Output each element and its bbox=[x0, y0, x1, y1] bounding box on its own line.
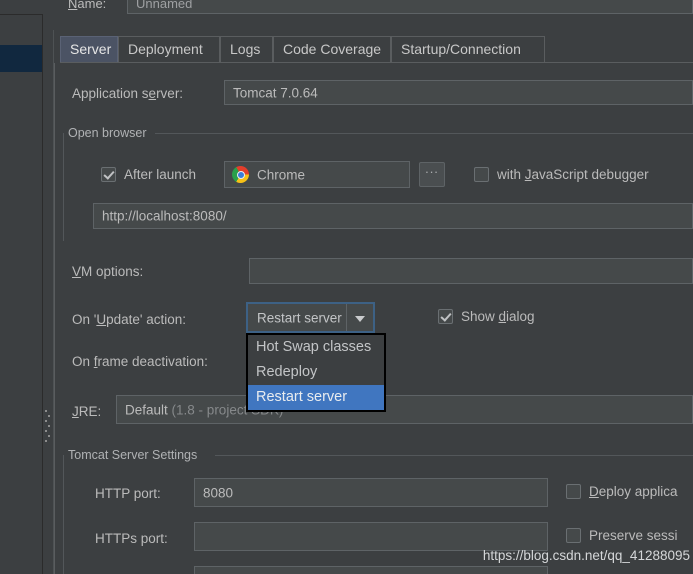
application-server-combo[interactable]: Tomcat 7.0.64 bbox=[224, 80, 693, 105]
browser-url-value: http://localhost:8080/ bbox=[102, 208, 227, 224]
browser-combo[interactable]: Chrome bbox=[224, 161, 410, 188]
browser-url-input[interactable]: http://localhost:8080/ bbox=[93, 203, 693, 229]
https-port-label: HTTPs port: bbox=[95, 531, 168, 546]
tomcat-settings-group-edge bbox=[63, 455, 64, 574]
on-update-action-dropdown-popup[interactable]: Hot Swap classes Redeploy Restart server bbox=[246, 333, 386, 412]
open-browser-group-rule bbox=[155, 133, 693, 134]
server-tab-pane: Application server: Tomcat 7.0.64 Open b… bbox=[54, 63, 693, 574]
additional-port-input[interactable] bbox=[194, 566, 548, 574]
tab-code-coverage[interactable]: Code Coverage bbox=[273, 36, 391, 63]
show-dialog-label: Show dialog bbox=[461, 309, 535, 324]
javascript-debugger-label: with JavaScript debugger bbox=[497, 167, 649, 182]
browse-browser-button[interactable]: ... bbox=[419, 161, 445, 187]
browser-value: Chrome bbox=[257, 167, 306, 182]
on-frame-deactivation-label: On frame deactivation: bbox=[72, 354, 208, 369]
application-server-value: Tomcat 7.0.64 bbox=[233, 85, 318, 100]
dropdown-option-redeploy[interactable]: Redeploy bbox=[248, 360, 384, 385]
tomcat-server-settings-group-title: Tomcat Server Settings bbox=[68, 448, 198, 462]
after-launch-checkbox[interactable] bbox=[101, 167, 116, 182]
preserve-sessions-label: Preserve sessi bbox=[589, 528, 678, 543]
tab-server[interactable]: Server bbox=[60, 36, 118, 63]
on-update-action-arrow-icon[interactable] bbox=[346, 304, 373, 331]
preserve-sessions-checkbox[interactable] bbox=[566, 528, 581, 543]
sidebar-item-selected[interactable] bbox=[0, 45, 42, 72]
on-update-action-label: On 'Update' action: bbox=[72, 312, 186, 327]
on-update-action-value: Restart server bbox=[257, 310, 342, 325]
tab-deployment[interactable]: Deployment bbox=[118, 36, 220, 63]
open-browser-group-title: Open browser bbox=[68, 126, 147, 140]
open-browser-group-edge bbox=[63, 133, 64, 241]
splitter-grip-icon[interactable] bbox=[45, 410, 51, 450]
http-port-label: HTTP port: bbox=[95, 486, 161, 501]
tab-logs[interactable]: Logs bbox=[220, 36, 273, 63]
tab-startup-connection[interactable]: Startup/Connection bbox=[391, 36, 545, 63]
configuration-name-input[interactable]: Unnamed bbox=[127, 0, 693, 14]
configuration-name-value: Unnamed bbox=[136, 0, 193, 11]
javascript-debugger-checkbox[interactable] bbox=[474, 167, 489, 182]
watermark-text: https://blog.csdn.net/qq_41288095 bbox=[482, 548, 690, 563]
jre-label: JRE: bbox=[72, 404, 102, 419]
sidebar-item-2[interactable] bbox=[0, 72, 42, 99]
dropdown-option-hot-swap-classes[interactable]: Hot Swap classes bbox=[248, 335, 384, 360]
tomcat-settings-group-rule bbox=[215, 455, 693, 456]
vm-options-label: VM options: bbox=[72, 264, 144, 279]
panel-splitter[interactable] bbox=[43, 14, 53, 574]
sidebar-item-0[interactable] bbox=[0, 15, 42, 42]
http-port-value: 8080 bbox=[203, 485, 234, 500]
idea-run-configuration-dialog: Name: Unnamed Server Deployment Logs Cod… bbox=[0, 0, 693, 574]
http-port-input[interactable]: 8080 bbox=[194, 478, 548, 507]
configuration-name-row: Name: Unnamed bbox=[54, 0, 693, 14]
https-port-input[interactable] bbox=[194, 522, 548, 551]
application-server-label: Application server: bbox=[72, 86, 184, 101]
after-launch-label: After launch bbox=[124, 167, 197, 182]
deploy-applications-label: Deploy applica bbox=[589, 484, 678, 499]
settings-tabbar[interactable]: Server Deployment Logs Code Coverage Sta… bbox=[60, 36, 693, 63]
configuration-name-label: Name: bbox=[68, 0, 107, 11]
deploy-applications-checkbox[interactable] bbox=[566, 484, 581, 499]
configurations-sidebar[interactable] bbox=[0, 14, 43, 574]
jre-combo[interactable]: Default (1.8 - project SDK) bbox=[116, 395, 693, 424]
vm-options-input[interactable] bbox=[249, 258, 693, 284]
dropdown-option-restart-server[interactable]: Restart server bbox=[248, 385, 384, 410]
show-dialog-checkbox[interactable] bbox=[438, 309, 453, 324]
chrome-icon bbox=[232, 166, 249, 183]
on-update-action-combo[interactable]: Restart server bbox=[246, 302, 375, 333]
